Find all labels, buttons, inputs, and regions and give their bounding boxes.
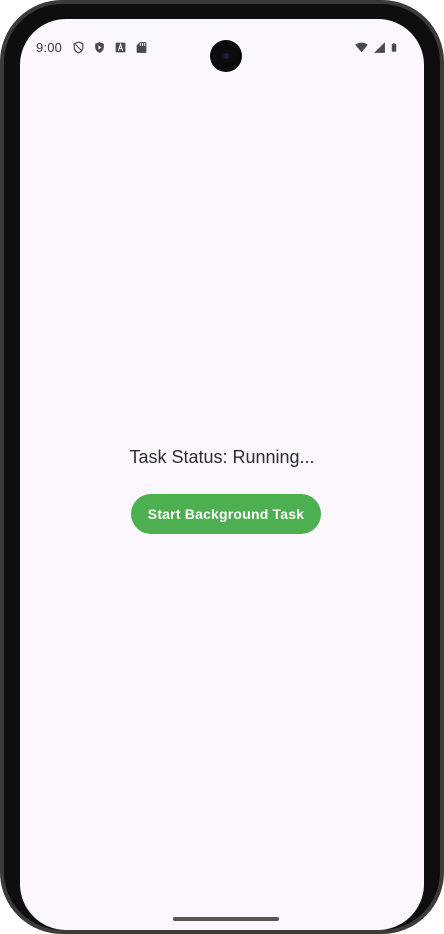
device-frame: 9:00 Task Status: Running... Start Backg… [0,0,444,934]
gesture-nav-handle[interactable] [173,917,279,921]
screen: 9:00 Task Status: Running... Start Backg… [20,19,424,930]
task-status-text: Task Status: Running... [129,447,315,467]
start-background-task-button[interactable]: Start Background Task [131,494,321,534]
side-button [440,154,444,164]
main-content: Task Status: Running... Start Background… [20,19,424,930]
